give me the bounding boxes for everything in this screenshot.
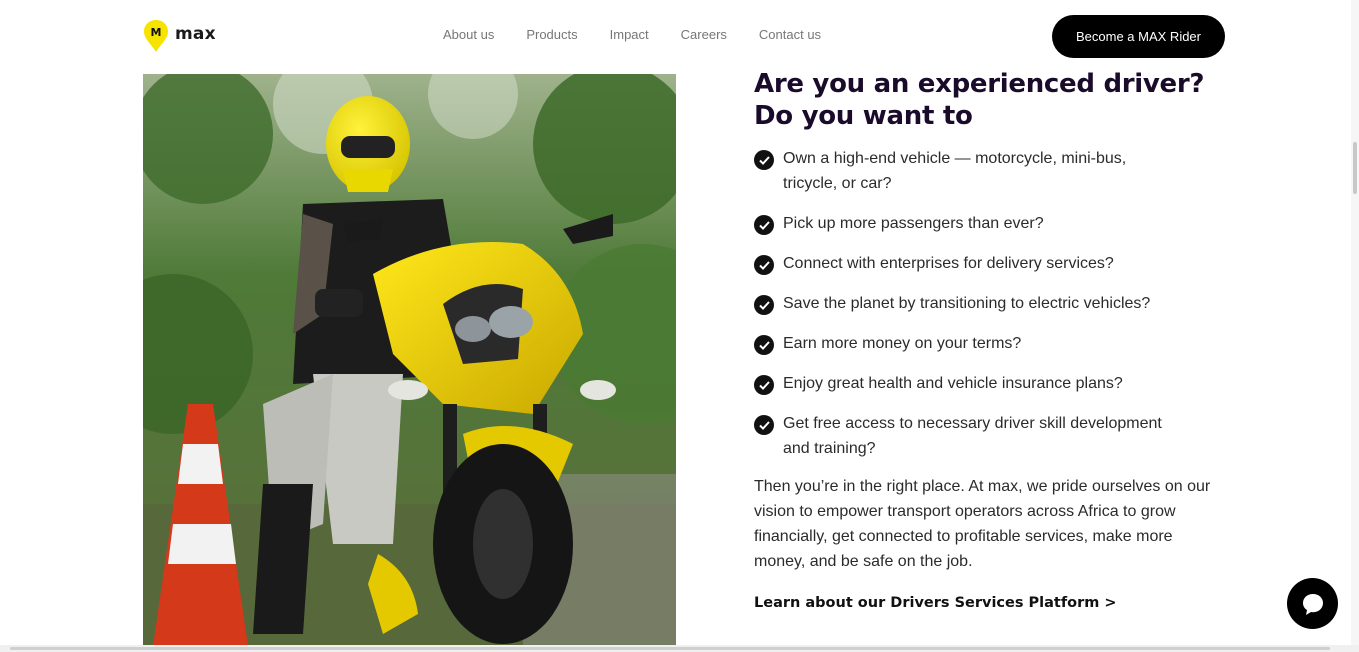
nav-about-us[interactable]: About us	[443, 27, 494, 42]
list-item: Earn more money on your terms?	[754, 331, 1224, 356]
list-item: Own a high-end vehicle — motorcycle, min…	[754, 146, 1224, 196]
learn-drivers-platform-link[interactable]: Learn about our Drivers Services Platfor…	[754, 595, 1224, 611]
benefit-text: Earn more money on your terms?	[783, 335, 1022, 352]
check-icon	[754, 215, 774, 235]
check-icon	[754, 150, 774, 170]
benefits-list: Own a high-end vehicle — motorcycle, min…	[754, 146, 1224, 461]
list-item: Enjoy great health and vehicle insurance…	[754, 371, 1224, 396]
vertical-scrollbar[interactable]	[1351, 0, 1359, 652]
nav-impact[interactable]: Impact	[610, 27, 649, 42]
rider-photo	[143, 74, 676, 646]
check-icon	[754, 415, 774, 435]
benefit-text: Pick up more passengers than ever?	[783, 215, 1044, 232]
list-item: Save the planet by transitioning to elec…	[754, 291, 1224, 316]
horizontal-scroll-thumb[interactable]	[10, 647, 1330, 650]
benefit-text: Own a high-end vehicle — motorcycle, min…	[783, 150, 1127, 192]
nav-contact-us[interactable]: Contact us	[759, 27, 821, 42]
rider-motorcycle-image	[143, 74, 676, 646]
nav-products[interactable]: Products	[526, 27, 577, 42]
become-rider-button[interactable]: Become a MAX Rider	[1052, 15, 1225, 58]
benefit-text: Enjoy great health and vehicle insurance…	[783, 375, 1123, 392]
main-nav: About us Products Impact Careers Contact…	[443, 27, 853, 42]
check-icon	[754, 335, 774, 355]
nav-careers[interactable]: Careers	[681, 27, 727, 42]
benefit-text: Connect with enterprises for delivery se…	[783, 255, 1114, 272]
site-header: M max About us Products Impact Careers C…	[0, 0, 1359, 72]
list-item: Pick up more passengers than ever?	[754, 211, 1224, 236]
driver-benefits-section: Are you an experienced driver? Do you wa…	[754, 68, 1224, 611]
vertical-scroll-thumb[interactable]	[1353, 142, 1357, 194]
map-pin-logo-icon: M	[144, 20, 168, 52]
check-icon	[754, 255, 774, 275]
section-headline: Are you an experienced driver? Do you wa…	[754, 69, 1205, 131]
check-icon	[754, 295, 774, 315]
horizontal-scrollbar[interactable]	[0, 645, 1359, 652]
intro-paragraph: Then you’re in the right place. At max, …	[754, 478, 1211, 570]
check-icon	[754, 375, 774, 395]
benefit-text: Save the planet by transitioning to elec…	[783, 295, 1151, 312]
list-item: Connect with enterprises for delivery se…	[754, 251, 1224, 276]
max-logo[interactable]: M max	[143, 19, 216, 53]
benefit-text: Get free access to necessary driver skil…	[783, 415, 1162, 457]
svg-text:M: M	[151, 26, 162, 39]
chat-bubble-icon	[1302, 593, 1323, 615]
chat-button[interactable]	[1287, 578, 1338, 629]
brand-name: max	[175, 24, 216, 44]
list-item: Get free access to necessary driver skil…	[754, 411, 1224, 461]
